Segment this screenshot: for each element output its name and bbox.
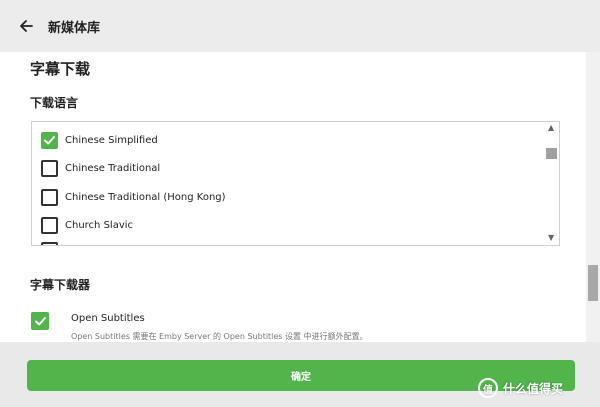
checkbox-unchecked[interactable] (41, 241, 58, 245)
checkbox-checked[interactable] (41, 131, 58, 149)
checkbox-checked[interactable] (31, 312, 49, 330)
language-label: Chinese Traditional (65, 162, 161, 174)
downloaders-label: 字幕下载器 (30, 278, 91, 292)
scroll-down-icon[interactable]: ▼ (548, 234, 554, 242)
scroll-thumb[interactable] (546, 148, 557, 159)
language-item[interactable]: Chinese Traditional (Hong Kong) (41, 187, 226, 207)
watermark-text: 什么值得买 (503, 381, 564, 396)
downloader-item[interactable]: Open Subtitles Open Subtitles 需要在 Emby S… (30, 311, 560, 342)
language-list-scrollbar[interactable]: ▲ ▼ (545, 122, 559, 245)
language-label: Chinese Simplified (65, 134, 158, 146)
checkmark-icon (34, 316, 46, 325)
language-item-partial[interactable] (41, 240, 58, 245)
dialog-title: 新媒体库 (48, 20, 101, 36)
watermark: 值 什么值得买 (478, 378, 563, 398)
dialog-header: 新媒体库 (0, 0, 600, 52)
section-title: 字幕下载 (30, 60, 91, 78)
downloader-name: Open Subtitles (71, 313, 145, 324)
language-label: Church Slavic (65, 219, 134, 231)
language-label: Chinese Traditional (Hong Kong) (65, 191, 226, 203)
language-item[interactable]: Church Slavic (41, 215, 133, 235)
languages-label: 下载语言 (30, 96, 79, 110)
language-item[interactable]: Chinese Traditional (41, 158, 160, 178)
page-scroll-thumb[interactable] (588, 265, 598, 301)
dialog-content[interactable]: 字幕下载 下载语言 Chinese Simplified Chinese Tra… (0, 52, 586, 342)
page-scrollbar[interactable] (586, 52, 600, 342)
language-list[interactable]: Chinese Simplified Chinese Traditional C… (31, 121, 560, 246)
checkbox-unchecked[interactable] (41, 188, 58, 206)
downloader-description: Open Subtitles 需要在 Emby Server 的 Open Su… (71, 332, 368, 341)
library-dialog: 新媒体库 字幕下载 下载语言 Chinese Simplified Chines… (0, 0, 600, 407)
checkmark-icon (44, 135, 55, 144)
arrow-left-icon (20, 20, 33, 32)
watermark-logo: 值 (478, 378, 498, 398)
back-button[interactable] (16, 16, 36, 36)
scroll-up-icon[interactable]: ▲ (548, 124, 554, 132)
checkbox-unchecked[interactable] (41, 159, 58, 177)
language-item[interactable]: Chinese Simplified (41, 130, 158, 150)
checkbox-unchecked[interactable] (41, 216, 58, 234)
